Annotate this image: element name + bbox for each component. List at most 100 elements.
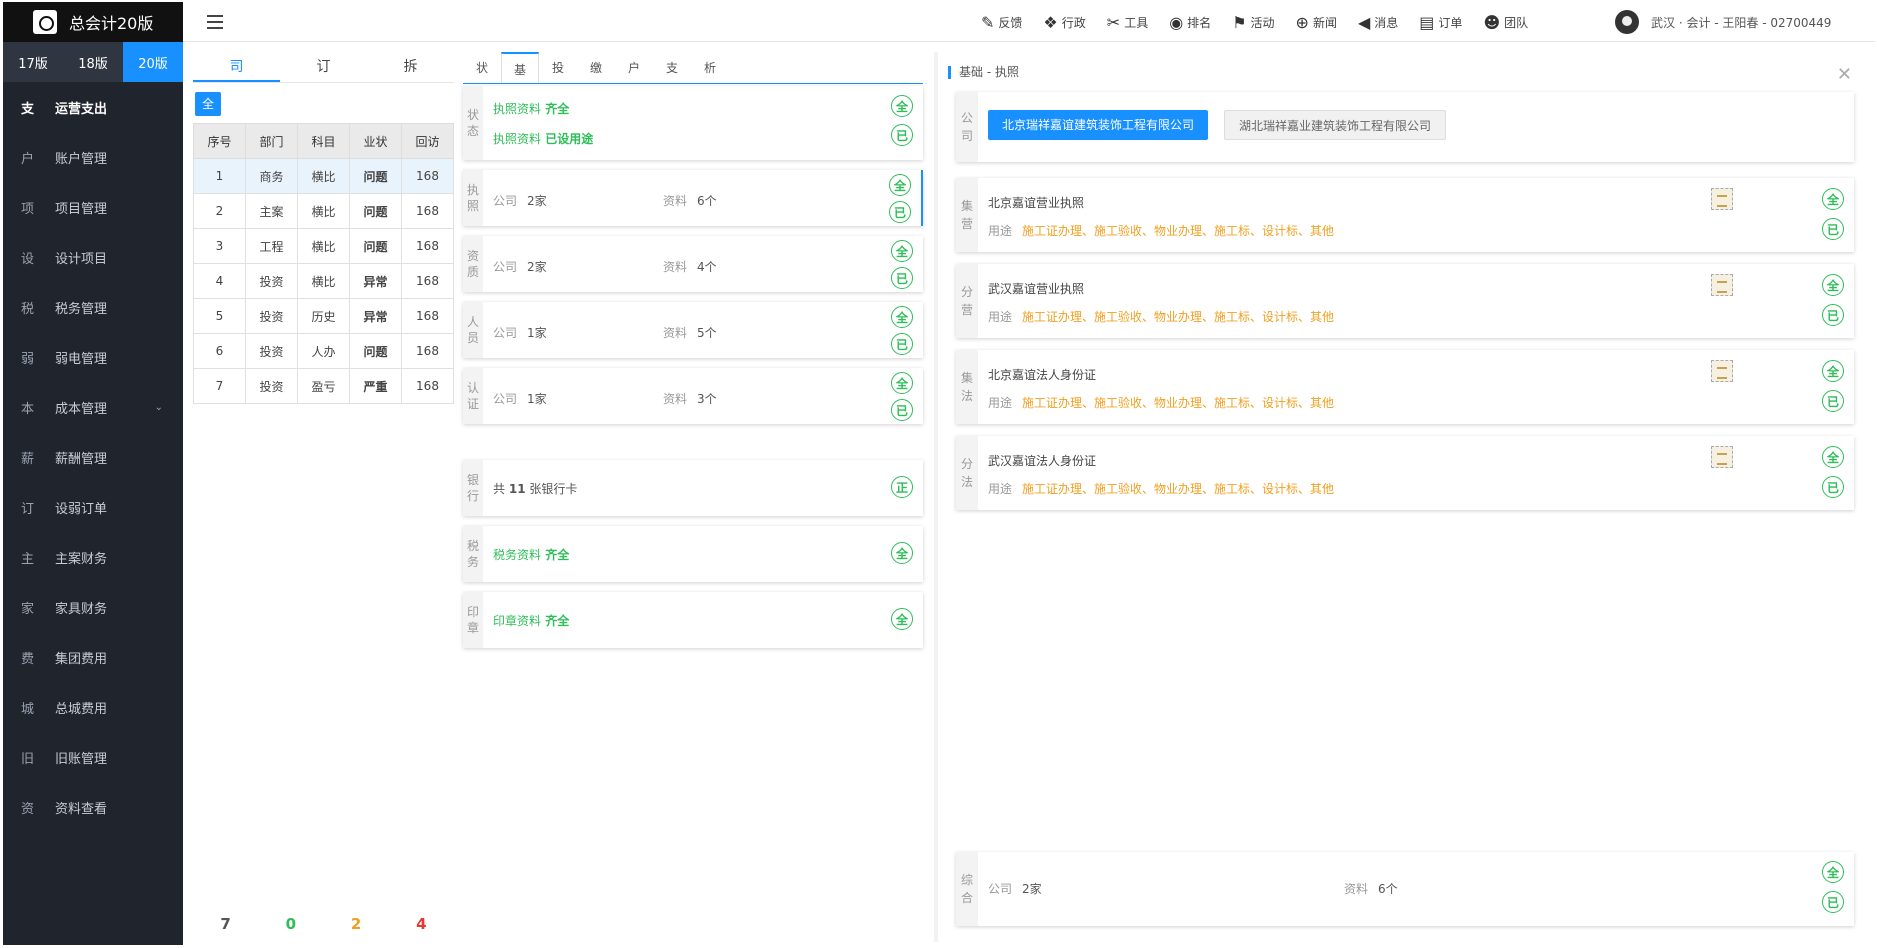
sidebar-item-14[interactable]: 资 资料查看	[3, 782, 183, 832]
category-card[interactable]: 执照 公司 2家 资料 6个 全已	[463, 170, 923, 226]
complete-badge[interactable]: 全	[891, 372, 913, 394]
document-thumbnail-icon[interactable]	[1711, 274, 1733, 296]
topnav-6[interactable]: ◀ 消息	[1358, 13, 1398, 32]
tab-company[interactable]: 司	[193, 52, 280, 82]
done-badge[interactable]: 已	[1822, 891, 1844, 913]
table-row[interactable]: 2 主案 横比 问题 168	[193, 193, 454, 229]
count-problem[interactable]: 4	[389, 915, 454, 933]
category-card[interactable]: 人员 公司 1家 资料 5个 全已	[463, 302, 923, 358]
bank-badge[interactable]: 正	[891, 476, 913, 498]
overview-tab-2[interactable]: 投	[539, 52, 577, 83]
table-row[interactable]: 7 投资 盈亏 严重 168	[193, 368, 454, 404]
seal-card[interactable]: 印章 印章资料 齐全 全	[463, 592, 923, 648]
table-row[interactable]: 1 商务 横比 问题 168	[193, 158, 454, 194]
sidebar-item-10[interactable]: 家 家具财务	[3, 582, 183, 632]
bank-card[interactable]: 银行 共 11 张银行卡 正	[463, 460, 923, 516]
close-icon[interactable]: ✕	[1837, 64, 1852, 85]
complete-badge[interactable]: 全	[1822, 360, 1844, 382]
done-badge[interactable]: 已	[891, 333, 913, 355]
done-badge[interactable]: 已	[889, 201, 911, 223]
complete-badge[interactable]: 全	[891, 240, 913, 262]
topnav-4[interactable]: ⚑ 活动	[1232, 13, 1274, 32]
complete-badge[interactable]: 全	[891, 306, 913, 328]
sidebar-item-13[interactable]: 旧 旧账管理	[3, 732, 183, 782]
complete-badge[interactable]: 全	[1822, 861, 1844, 883]
status-card[interactable]: 状态 执照资料 齐全 执照资料 已设用途 全 已	[463, 86, 923, 160]
version-tab-20[interactable]: 20版	[123, 42, 183, 82]
sidebar-item-0[interactable]: 支 运营支出	[3, 82, 183, 132]
overview-tab-6[interactable]: 析	[691, 52, 729, 83]
topnav-2[interactable]: ✂ 工具	[1107, 13, 1148, 32]
done-badge[interactable]: 已	[1822, 218, 1844, 240]
sidebar-item-11[interactable]: 费 集团费用	[3, 632, 183, 682]
done-badge[interactable]: 已	[1822, 390, 1844, 412]
topnav-5[interactable]: ⊕ 新闻	[1296, 13, 1337, 32]
complete-badge[interactable]: 全	[889, 174, 911, 196]
tax-card[interactable]: 税务 税务资料 齐全 全	[463, 526, 923, 582]
sidebar-item-5[interactable]: 弱 弱电管理	[3, 332, 183, 382]
license-card[interactable]: 分营 武汉嘉谊营业执照 用途 施工证办理、施工验收、物业办理、施工标、设计标、其他 全已	[956, 264, 1854, 338]
overview-tab-0[interactable]: 状	[463, 52, 501, 83]
overview-tab-4[interactable]: 户	[615, 52, 653, 83]
license-card[interactable]: 集法 北京嘉谊法人身份证 用途 施工证办理、施工验收、物业办理、施工标、设计标、其他 全…	[956, 350, 1854, 424]
th-no[interactable]: 序号	[193, 123, 246, 159]
summary-card[interactable]: 综合 公司 2家 资料 6个 全 已	[956, 852, 1854, 926]
sidebar-item-6[interactable]: 本 成本管理 ⌄	[3, 382, 183, 432]
overview-tab-5[interactable]: 支	[653, 52, 691, 83]
topnav-1[interactable]: ❖ 行政	[1043, 13, 1085, 32]
count-total[interactable]: 7	[193, 915, 258, 933]
sidebar-item-3[interactable]: 设 设计项目	[3, 232, 183, 282]
count-abnormal[interactable]: 2	[324, 915, 389, 933]
license-card[interactable]: 集营 北京嘉谊营业执照 用途 施工证办理、施工验收、物业办理、施工标、设计标、其他 全已	[956, 178, 1854, 252]
app-logo[interactable]: 总会计20版	[3, 2, 183, 42]
document-thumbnail-icon[interactable]	[1711, 188, 1733, 210]
sidebar-item-1[interactable]: 户 账户管理	[3, 132, 183, 182]
tab-order[interactable]: 订	[280, 52, 367, 82]
done-badge[interactable]: 已	[891, 124, 913, 146]
company-button-beijing[interactable]: 北京瑞祥嘉谊建筑装饰工程有限公司	[988, 110, 1209, 140]
sidebar-item-8[interactable]: 订 设弱订单	[3, 482, 183, 532]
table-row[interactable]: 6 投资 人办 问题 168	[193, 333, 454, 369]
done-badge[interactable]: 已	[891, 399, 913, 421]
th-visit[interactable]: 回访	[401, 123, 454, 159]
avatar[interactable]	[1615, 10, 1639, 34]
version-tab-17[interactable]: 17版	[3, 42, 63, 82]
chevron-down-icon[interactable]: ⌄	[155, 402, 163, 413]
overview-tab-3[interactable]: 缴	[577, 52, 615, 83]
tab-split[interactable]: 拆	[367, 52, 454, 82]
document-thumbnail-icon[interactable]	[1711, 360, 1733, 382]
done-badge[interactable]: 已	[891, 267, 913, 289]
complete-badge[interactable]: 全	[1822, 188, 1844, 210]
th-subject[interactable]: 科目	[297, 123, 350, 159]
topnav-7[interactable]: ▤ 订单	[1419, 13, 1462, 32]
done-badge[interactable]: 已	[1822, 304, 1844, 326]
done-badge[interactable]: 已	[1822, 476, 1844, 498]
sidebar-item-2[interactable]: 项 项目管理	[3, 182, 183, 232]
category-card[interactable]: 资质 公司 2家 资料 4个 全已	[463, 236, 923, 292]
document-thumbnail-icon[interactable]	[1711, 446, 1733, 468]
overview-tab-1[interactable]: 基	[501, 52, 539, 83]
tax-badge[interactable]: 全	[891, 542, 913, 564]
table-row[interactable]: 3 工程 横比 问题 168	[193, 228, 454, 264]
company-button-hubei[interactable]: 湖北瑞祥嘉业建筑装饰工程有限公司	[1224, 110, 1447, 140]
topnav-0[interactable]: ✎ 反馈	[981, 13, 1022, 32]
sidebar-item-4[interactable]: 税 税务管理	[3, 282, 183, 332]
complete-badge[interactable]: 全	[1822, 446, 1844, 468]
topnav-3[interactable]: ◉ 排名	[1169, 13, 1211, 32]
complete-badge[interactable]: 全	[1822, 274, 1844, 296]
all-button[interactable]: 全	[195, 92, 221, 116]
count-normal[interactable]: 0	[258, 915, 323, 933]
complete-badge[interactable]: 全	[891, 95, 913, 117]
table-row[interactable]: 5 投资 历史 异常 168	[193, 298, 454, 334]
seal-badge[interactable]: 全	[891, 608, 913, 630]
sidebar-item-9[interactable]: 主 主案财务	[3, 532, 183, 582]
table-row[interactable]: 4 投资 横比 异常 168	[193, 263, 454, 299]
th-status[interactable]: 业状	[349, 123, 402, 159]
sidebar-item-7[interactable]: 薪 薪酬管理	[3, 432, 183, 482]
menu-toggle-icon[interactable]	[207, 15, 223, 29]
version-tab-18[interactable]: 18版	[63, 42, 123, 82]
license-card[interactable]: 分法 武汉嘉谊法人身份证 用途 施工证办理、施工验收、物业办理、施工标、设计标、其他 全…	[956, 436, 1854, 510]
topnav-8[interactable]: ☻ 团队	[1483, 13, 1528, 32]
user-info[interactable]: 武汉 · 会计 - 王阳春 - 02700449	[1615, 10, 1831, 34]
category-card[interactable]: 认证 公司 1家 资料 3个 全已	[463, 368, 923, 424]
